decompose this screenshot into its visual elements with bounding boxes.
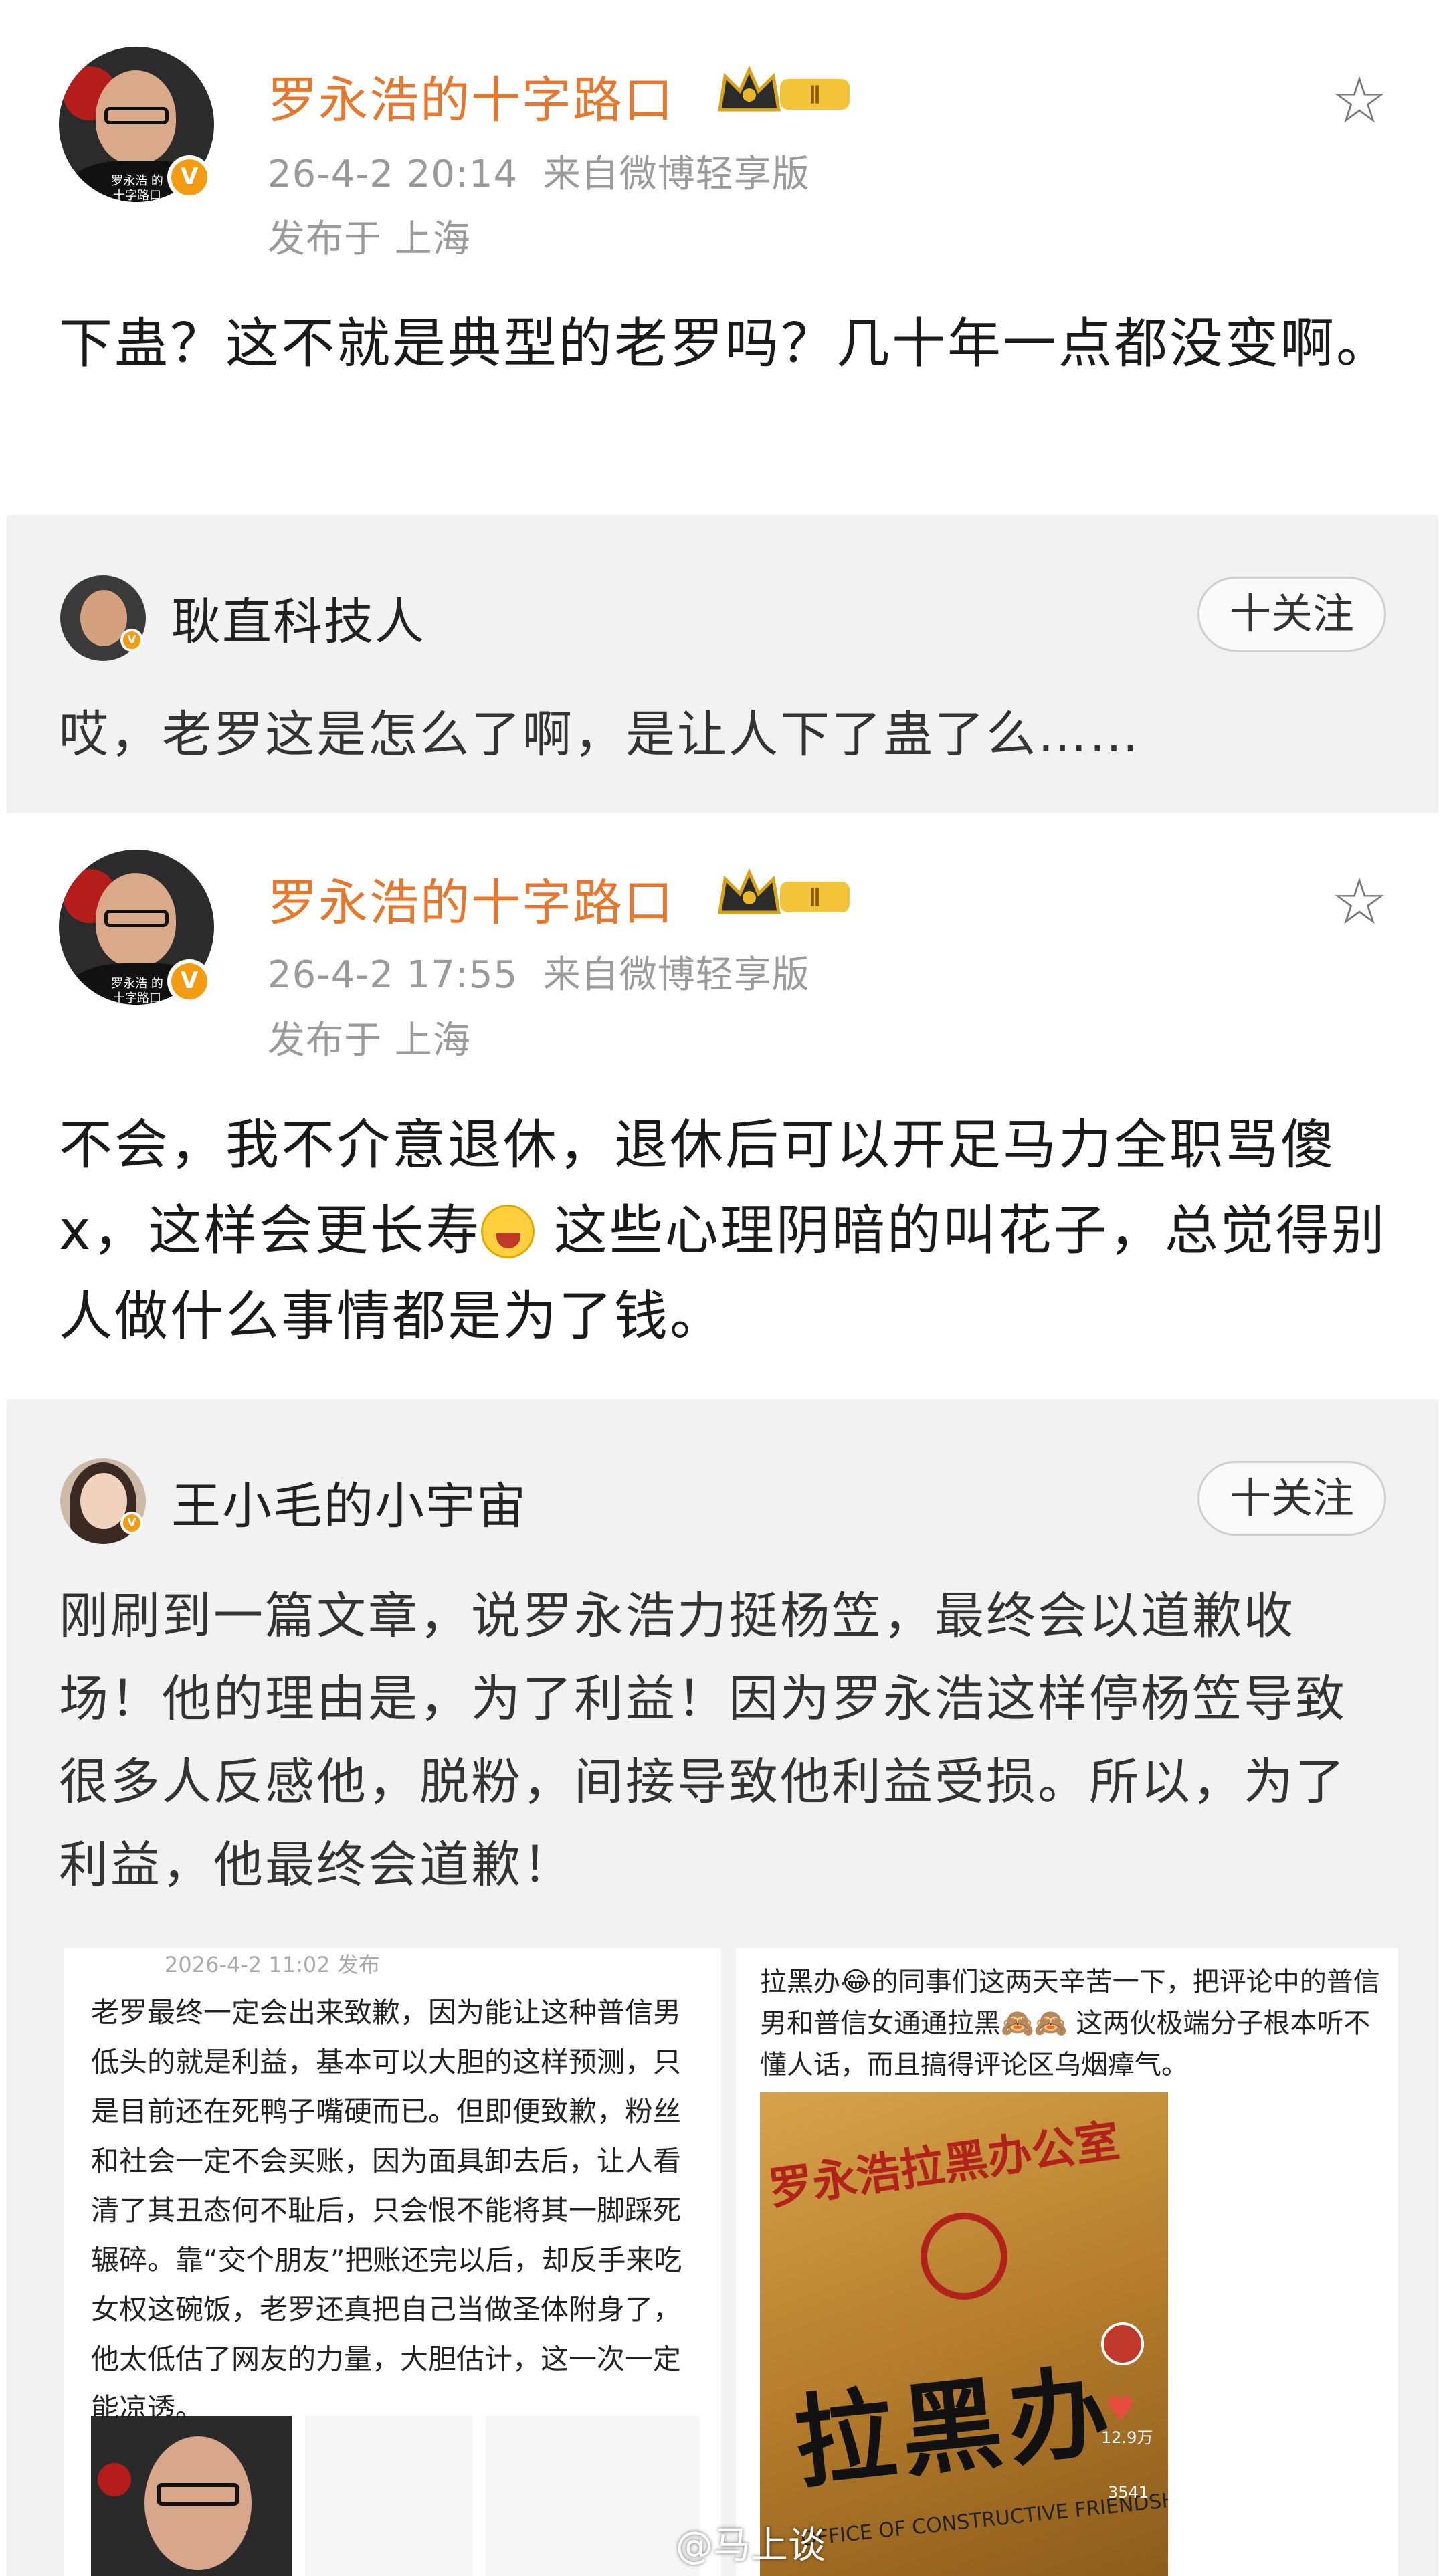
seal-icon [921, 2213, 1007, 2300]
favorite-star-icon[interactable]: ☆ [1326, 67, 1393, 134]
author-name[interactable]: 罗永浩的十字路口 [268, 60, 674, 132]
quoted-comment-2[interactable]: V 王小毛的小宇宙 十关注 刚刷到一篇文章，说罗永浩力挺杨笠，最终会以道歉收场！… [7, 1399, 1438, 2576]
verified-badge-icon: V [167, 155, 211, 199]
post-body: 下蛊？这不就是典型的老罗吗？几十年一点都没变啊。 [59, 312, 1391, 375]
avatar-caption: 罗永浩 的十字路口 [111, 174, 163, 202]
image-header: 2026-4-2 11:02 发布 [165, 1952, 380, 1977]
avatar-caption: 罗永浩 的十字路口 [111, 977, 163, 1005]
level-text: Ⅱ [809, 82, 821, 108]
side-avatar[interactable] [1101, 2322, 1144, 2365]
like-heart-icon[interactable]: ♥ [1105, 2389, 1135, 2428]
author-name[interactable]: 罗永浩的十字路口 [268, 863, 674, 934]
post-location: 发布于 上海 [268, 1019, 471, 1062]
post-body: 不会，我不介意退休，退休后可以开足马力全职骂傻x，这样会更长寿 这些心理阴暗的叫… [59, 1114, 1387, 1347]
article-preview-snippet [305, 2416, 472, 2576]
post-location: 发布于 上海 [268, 217, 471, 261]
level-text: Ⅱ [809, 884, 821, 911]
verified-badge-icon: V [120, 629, 143, 652]
follow-button[interactable]: 十关注 [1197, 577, 1386, 652]
post-2: 罗永浩 的十字路口 V 罗永浩的十字路口 Ⅱ 26-4-2 17:55 来自微博… [0, 813, 1445, 1399]
verified-badge-icon: V [120, 1512, 143, 1534]
favorite-star-icon[interactable]: ☆ [1326, 868, 1393, 935]
sign-main-text: 拉黑办 [789, 2353, 1121, 2503]
post-source: 来自微博轻享版 [543, 953, 810, 997]
comment-count: 3541 [1108, 2483, 1149, 2502]
article-text: 老罗最终一定会出来致歉，因为能让这种普信男低头的就是利益，基本可以大胆的这样预测… [91, 1996, 682, 2425]
like-count: 12.9万 [1101, 2428, 1153, 2447]
sign-caption-text: 拉黑办😂的同事们这两天辛苦一下，把评论中的普信男和普信女通通拉黑🙈🙈 这两伙极端… [760, 1967, 1380, 2080]
post-1: 罗永浩 的十字路口 V 罗永浩的十字路口 Ⅱ 26-4-2 20:14 来自微博… [0, 0, 1445, 528]
attached-image-article[interactable]: 2026-4-2 11:02 发布 老罗最终一定会出来致歉，因为能让这种普信男低… [64, 1948, 721, 2576]
watermark: @马上谈 [676, 2524, 826, 2567]
post-time: 26-4-2 20:14 来自微博轻享版 [268, 153, 810, 196]
post-time: 26-4-2 17:55 来自微博轻享版 [268, 953, 810, 997]
sign-top-text: 罗永浩拉黑办公室 [765, 2114, 1123, 2215]
comment-body: 刚刷到一篇文章，说罗永浩力挺杨笠，最终会以道歉收场！他的理由是，为了利益！因为罗… [59, 1587, 1347, 1894]
quoted-comment-1[interactable]: V 耿直科技人 十关注 哎，老罗这是怎么了啊，是让人下了蛊了么…… [7, 515, 1438, 813]
laughing-emoji-icon [481, 1205, 535, 1258]
post-source: 来自微博轻享版 [543, 153, 810, 196]
crown-level-icon: Ⅱ [718, 868, 850, 914]
article-preview-snippet [486, 2416, 700, 2576]
attached-image-sign[interactable]: 拉黑办😂的同事们这两天辛苦一下，把评论中的普信男和普信女通通拉黑🙈🙈 这两伙极端… [736, 1948, 1398, 2576]
commenter-name[interactable]: 耿直科技人 [171, 582, 425, 654]
commenter-name[interactable]: 王小毛的小宇宙 [171, 1466, 527, 1538]
article-preview-photo [91, 2416, 292, 2576]
follow-button[interactable]: 十关注 [1197, 1461, 1386, 1536]
comment-body: 哎，老罗这是怎么了啊，是让人下了蛊了么…… [59, 706, 1141, 763]
crown-level-icon: Ⅱ [718, 65, 850, 112]
verified-badge-icon: V [167, 959, 211, 1003]
